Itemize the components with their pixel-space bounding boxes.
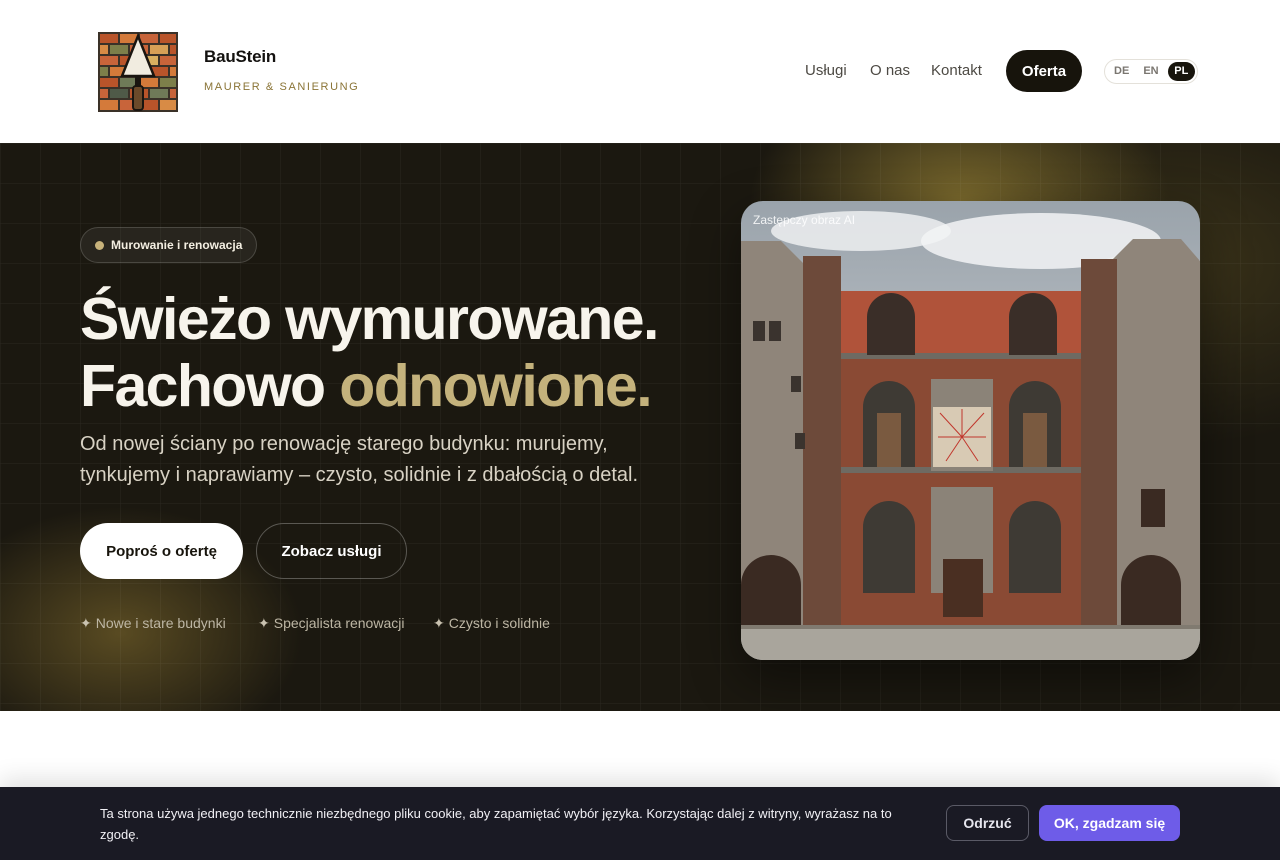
- feature-clean-solid: ✦ Czysto i solidnie: [433, 615, 550, 632]
- lang-option-en[interactable]: EN: [1136, 62, 1165, 81]
- hero-title-line2: Fachowo: [80, 353, 340, 419]
- feature-renovation-specialist: ✦ Specjalista renowacji: [258, 615, 404, 632]
- cookie-decline-button[interactable]: Odrzuć: [946, 805, 1029, 841]
- sparkle-icon: ✦: [80, 615, 92, 631]
- hero-title: Świeżo wymurowane. Fachowo odnowione.: [80, 286, 659, 420]
- lang-option-pl[interactable]: PL: [1167, 62, 1195, 81]
- nav-item-kontakt[interactable]: Kontakt: [931, 62, 982, 79]
- see-services-button[interactable]: Zobacz usługi: [256, 523, 407, 579]
- hero-building-image: Zastępczy obraz AI: [741, 201, 1200, 660]
- hero-badge-label: Murowanie i renowacja: [111, 238, 243, 252]
- feature-label: Specjalista renowacji: [273, 615, 405, 631]
- request-offer-button[interactable]: Poproś o ofertę: [80, 523, 243, 579]
- feature-label: Czysto i solidnie: [448, 615, 550, 631]
- sparkle-icon: ✦: [258, 615, 270, 631]
- sparkle-icon: ✦: [433, 615, 445, 631]
- lang-option-de[interactable]: DE: [1107, 62, 1136, 81]
- nav-item-uslugi[interactable]: Usługi: [805, 62, 847, 79]
- hero-section: Murowanie i renowacja Świeżo wymurowane.…: [0, 143, 1280, 711]
- site-header: BauStein MAURER & SANIERUNG Usługi O nas…: [0, 0, 1280, 143]
- hero-lead: Od nowej ściany po renowację starego bud…: [80, 433, 639, 486]
- ai-placeholder-label: Zastępczy obraz AI: [753, 213, 856, 227]
- hero-title-accent: odnowione.: [339, 353, 652, 419]
- cookie-accept-button[interactable]: OK, zgadzam się: [1039, 805, 1180, 841]
- language-switcher: DE EN PL: [1104, 59, 1198, 84]
- nav-item-o-nas[interactable]: O nas: [870, 62, 910, 79]
- brand-tagline: MAURER & SANIERUNG: [204, 81, 360, 93]
- cookie-banner: Ta strona używa jednego technicznie niez…: [0, 787, 1280, 860]
- cookie-message: Ta strona używa jednego technicznie niez…: [100, 806, 892, 842]
- hero-badge: Murowanie i renowacja: [80, 227, 258, 263]
- brand-name: BauStein: [204, 47, 277, 66]
- hero-title-line1: Świeżo wymurowane.: [80, 286, 659, 352]
- feature-new-old-buildings: ✦ Nowe i stare budynki: [80, 615, 226, 632]
- brick-trowel-logo-icon[interactable]: [98, 32, 178, 112]
- badge-dot-icon: [95, 241, 104, 250]
- offer-button[interactable]: Oferta: [1006, 50, 1082, 92]
- feature-label: Nowe i stare budynki: [95, 615, 226, 631]
